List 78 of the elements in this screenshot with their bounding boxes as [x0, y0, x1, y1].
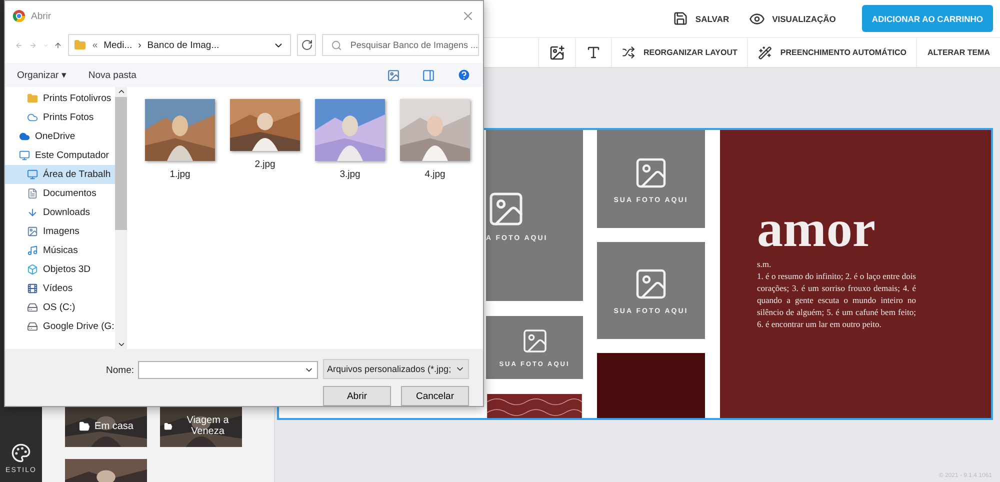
- palette-icon: [11, 443, 31, 463]
- film-icon: [27, 283, 38, 294]
- search-placeholder: Pesquisar Banco de Imagens ...: [350, 40, 478, 50]
- drive-icon: [27, 321, 38, 332]
- scroll-thumb[interactable]: [115, 96, 127, 230]
- toolbar-button[interactable]: REORGANIZAR LAYOUT: [611, 38, 748, 67]
- scroll-down-icon[interactable]: [116, 340, 126, 349]
- magic-wand-icon: [758, 46, 772, 60]
- path-segment[interactable]: Medi...: [104, 40, 132, 50]
- file-name[interactable]: 1.jpg: [170, 169, 190, 180]
- page-title: amor: [757, 208, 876, 252]
- definition-text: 1. é o resumo do infinito; 2. é o laço entre dois corações; 3. é um sorriso frouxo demais; 4. é quando a gente escuta o mundo inteiro no silêncio de alguém; 5. é um cafuné bem feito; 6. é encontrar um lar em outro peito.: [757, 270, 916, 330]
- organize-button[interactable]: Organizar ▾: [17, 69, 66, 81]
- eye-icon: [749, 10, 766, 26]
- nav-item[interactable]: Objetos 3D: [5, 260, 115, 279]
- preview-pane-icon[interactable]: [422, 68, 435, 82]
- overflow-chevrons[interactable]: «: [92, 40, 98, 50]
- search-field[interactable]: Pesquisar Banco de Imagens ...: [322, 34, 479, 56]
- browser-logo-icon: [13, 10, 25, 22]
- scrollbar[interactable]: [115, 87, 127, 349]
- add-text-icon: [586, 45, 602, 60]
- drive-icon: [27, 302, 38, 313]
- name-label: Nome:: [106, 364, 134, 376]
- nav-item[interactable]: Vídeos: [5, 279, 115, 298]
- folder-caption[interactable]: Em casa: [65, 405, 147, 447]
- path-separator: ›: [138, 40, 142, 50]
- close-icon[interactable]: [461, 9, 475, 23]
- folder-caption[interactable]: Viagem a Veneza: [160, 405, 242, 447]
- nav-item[interactable]: Imagens: [5, 222, 115, 241]
- refresh-icon: [300, 39, 313, 51]
- toolbar-button[interactable]: ALTERAR TEMA: [916, 38, 1000, 67]
- file-type-select[interactable]: Arquivos personalizados (*.jpg;: [323, 359, 469, 379]
- search-icon: [331, 40, 342, 50]
- nav-item[interactable]: OneDrive: [5, 127, 115, 146]
- cube-icon: [27, 264, 38, 275]
- image-icon: [520, 326, 548, 355]
- image-icon: [27, 226, 38, 237]
- folder-icon: [27, 93, 38, 104]
- file-name[interactable]: 3.jpg: [340, 169, 360, 180]
- monitor-icon: [27, 169, 38, 180]
- path-segment[interactable]: Banco de Imag...: [147, 40, 220, 50]
- nav-item[interactable]: Documentos: [5, 184, 115, 203]
- open-button[interactable]: Abrir: [323, 386, 391, 406]
- grammar-note: s.m.: [757, 258, 772, 270]
- folder-label: Em casa: [94, 420, 134, 432]
- scroll-up-icon[interactable]: [116, 87, 126, 96]
- add-image-icon: [549, 44, 566, 60]
- cancel-button[interactable]: Cancelar: [401, 386, 469, 406]
- cloud-icon: [27, 112, 38, 123]
- shuffle-icon: [622, 46, 636, 59]
- nav-item[interactable]: Prints Fotos: [5, 108, 115, 127]
- folder-icon: [74, 39, 86, 51]
- toolbar-button[interactable]: PREENCHIMENTO AUTOMÁTICO: [747, 38, 916, 67]
- nav-item[interactable]: Músicas: [5, 241, 115, 260]
- file-name[interactable]: 2.jpg: [254, 159, 276, 170]
- view-icon[interactable]: [387, 68, 400, 82]
- nav-item[interactable]: OS (C:): [5, 298, 115, 317]
- save-button[interactable]: SALVAR: [673, 11, 730, 26]
- address-bar[interactable]: « Medi... › Banco de Imag...: [68, 34, 292, 56]
- document-icon: [27, 188, 38, 199]
- music-note-icon: [27, 245, 38, 256]
- arrow-down-icon: [27, 207, 38, 218]
- help-icon[interactable]: [457, 68, 471, 82]
- file-name[interactable]: 4.jpg: [424, 169, 446, 180]
- preview-button[interactable]: VISUALIZAÇÃO: [749, 10, 836, 26]
- new-folder-button[interactable]: Nova pasta: [88, 70, 136, 80]
- nav-item[interactable]: Downloads: [5, 203, 115, 222]
- nav-item[interactable]: Este Computador: [5, 146, 115, 165]
- cloud-icon: [19, 131, 30, 142]
- nav-item[interactable]: Google Drive (G:: [5, 317, 115, 336]
- monitor-icon: [19, 150, 30, 161]
- file-name-field[interactable]: [138, 361, 318, 379]
- nav-item[interactable]: Área de Trabalh: [5, 165, 115, 184]
- folder-label: Viagem a Veneza: [186, 415, 230, 437]
- save-icon: [673, 11, 688, 26]
- nav-item[interactable]: Prints Fotolivros: [5, 89, 115, 108]
- dialog-title: Abrir: [31, 10, 52, 22]
- refresh-button[interactable]: [297, 34, 316, 56]
